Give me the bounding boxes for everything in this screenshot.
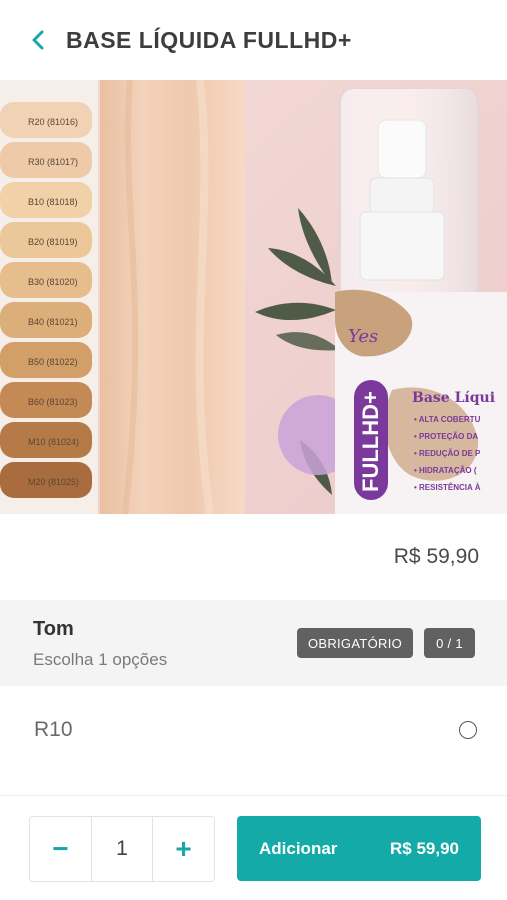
product-price: R$ 59,90 xyxy=(393,545,479,568)
shade-label: R20 (81016) xyxy=(28,117,78,127)
option-label: R10 xyxy=(34,718,73,741)
add-button-price: R$ 59,90 xyxy=(390,838,459,858)
bottle-feature-text: • REDUÇÃO DE P xyxy=(414,449,481,458)
shade-label: B40 (81021) xyxy=(28,317,78,327)
shade-label: R30 (81017) xyxy=(28,157,78,167)
bottle-logo-text: FULLHD+ xyxy=(358,391,383,492)
selection-count-badge: 0 / 1 xyxy=(424,628,475,658)
bottle-feature-text: • RESISTÊNCIA À xyxy=(414,483,481,492)
required-badge: OBRIGATÓRIO xyxy=(297,628,413,658)
quantity-stepper: − 1 + xyxy=(29,816,215,882)
shade-label: M10 (81024) xyxy=(28,437,79,447)
chevron-left-icon xyxy=(32,30,44,50)
quantity-value: 1 xyxy=(91,817,153,881)
page-title: BASE LÍQUIDA FULLHD+ xyxy=(66,26,352,53)
radio-button[interactable] xyxy=(459,721,477,739)
add-button-label: Adicionar xyxy=(259,838,338,858)
footer-divider xyxy=(0,795,507,796)
option-group-title: Tom xyxy=(33,618,74,640)
shade-label: B60 (81023) xyxy=(28,397,78,407)
increment-button[interactable]: + xyxy=(153,817,214,881)
add-to-cart-button[interactable]: Adicionar R$ 59,90 xyxy=(237,816,481,881)
bottle-feature-text: • PROTEÇÃO DA xyxy=(414,432,478,441)
bottle-feature-text: • ALTA COBERTU xyxy=(414,415,481,424)
shade-label: B20 (81019) xyxy=(28,237,78,247)
decrement-button[interactable]: − xyxy=(30,817,91,881)
bottle-feature-text: • HIDRATAÇÃO ( xyxy=(414,466,477,475)
back-button[interactable] xyxy=(20,22,56,58)
option-item-r10[interactable]: R10 xyxy=(0,686,507,774)
shade-label: M20 (81025) xyxy=(28,477,79,487)
product-image: R20 (81016) R30 (81017) B10 (81018) B20 (81… xyxy=(0,80,507,514)
option-group-header: Tom Escolha 1 opções OBRIGATÓRIO 0 / 1 xyxy=(0,600,507,686)
app-header: BASE LÍQUIDA FULLHD+ xyxy=(0,0,507,80)
shade-label: B10 (81018) xyxy=(28,197,78,207)
bottle-title-text: Base Líqui xyxy=(412,390,495,406)
brand-mark-text: Yes xyxy=(348,326,378,347)
shade-label: B50 (81022) xyxy=(28,357,78,367)
price-row: R$ 59,90 xyxy=(0,514,507,600)
option-group-subtitle: Escolha 1 opções xyxy=(33,650,168,669)
shade-label: B30 (81020) xyxy=(28,277,78,287)
product-photo: R20 (81016) R30 (81017) B10 (81018) B20 (81… xyxy=(0,80,507,514)
